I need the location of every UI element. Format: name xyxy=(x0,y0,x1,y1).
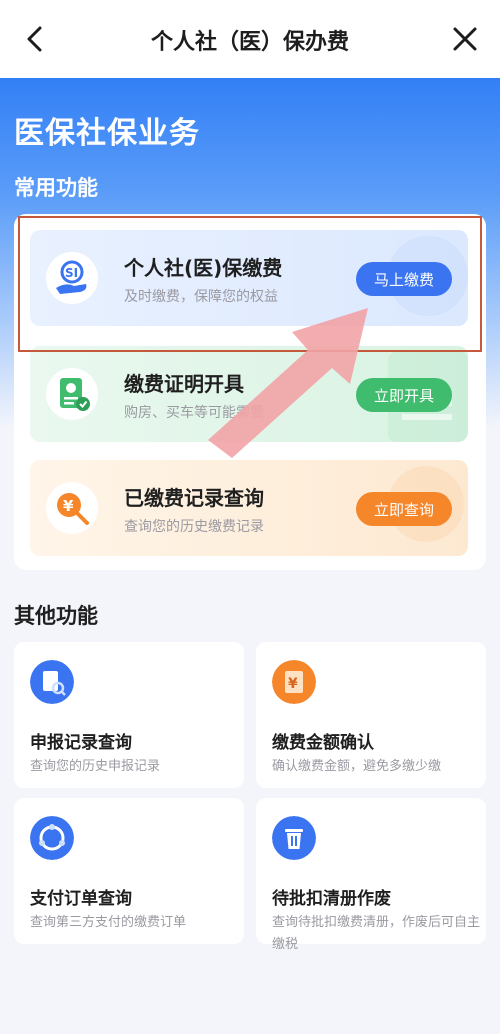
tile-amount-confirm[interactable]: ¥ 缴费金额确认 确认缴费金额，避免多缴少缴 xyxy=(256,642,486,788)
tile-desc: 查询第三方支付的缴费订单 xyxy=(30,915,187,930)
yen-document-icon: ¥ xyxy=(272,660,316,704)
card-title: 已缴费记录查询 xyxy=(124,486,264,510)
card-desc: 查询您的历史缴费记录 xyxy=(124,519,264,535)
tile-declare-record-query[interactable]: 申报记录查询 查询您的历史申报记录 xyxy=(14,642,244,788)
section-title-common: 常用功能 xyxy=(14,176,98,200)
yen-search-icon: ¥ xyxy=(46,482,98,534)
document-search-icon xyxy=(30,660,74,704)
certificate-icon xyxy=(46,368,98,420)
pointer-arrow-icon xyxy=(208,308,368,458)
hero-title: 医保社保业务 xyxy=(14,116,200,151)
tile-desc: 查询您的历史申报记录 xyxy=(30,759,161,774)
svg-text:¥: ¥ xyxy=(63,497,74,515)
tile-order-query[interactable]: 支付订单查询 查询第三方支付的缴费订单 xyxy=(14,798,244,944)
circular-arrows-icon xyxy=(30,816,74,860)
top-nav-bar: 个人社（医）保办费 xyxy=(0,0,500,78)
svg-text:¥: ¥ xyxy=(288,676,298,692)
card-payment-records[interactable]: ¥ ¥ 已缴费记录查询 查询您的历史缴费记录 立即查询 xyxy=(30,460,468,556)
tile-title: 待批扣清册作废 xyxy=(272,889,391,909)
page-title: 个人社（医）保办费 xyxy=(150,30,349,55)
tile-void-deduction-list[interactable]: 待批扣清册作废 查询待批扣缴费清册，作废后可自主缴税 xyxy=(256,798,486,952)
tile-title: 缴费金额确认 xyxy=(272,733,374,753)
close-icon[interactable] xyxy=(450,24,480,54)
tile-desc: 确认缴费金额，避免多缴少缴 xyxy=(272,759,442,774)
tile-title: 支付订单查询 xyxy=(30,889,132,909)
query-now-button[interactable]: 立即查询 xyxy=(356,492,452,526)
tile-title: 申报记录查询 xyxy=(30,733,132,753)
section-title-other: 其他功能 xyxy=(14,604,98,628)
trash-icon xyxy=(272,816,316,860)
tile-desc: 查询待批扣缴费清册，作废后可自主缴税 xyxy=(272,915,481,952)
